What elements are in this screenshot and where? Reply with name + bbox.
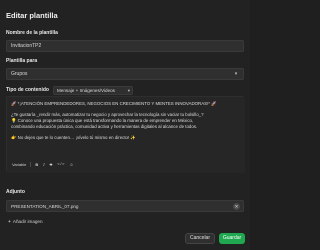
message-line: combinando educación práctica, comunidad… xyxy=(11,124,198,129)
template-name-label: Nombre de la plantilla xyxy=(6,30,58,36)
chevron-down-icon: ▾ xyxy=(234,71,238,77)
content-type-label: Tipo de contenido xyxy=(6,87,49,93)
template-for-value: Grupos xyxy=(11,71,28,77)
save-button[interactable]: Guardar xyxy=(219,233,245,244)
message-line: 🚀 *¡ATENCIÓN EMPRENDEDORES, NEGOCIOS EN … xyxy=(11,101,217,106)
content-type-value: Mensaje + Imágenes/Videos xyxy=(56,87,115,93)
plus-icon: + xyxy=(8,219,11,225)
message-editor[interactable]: 🚀 *¡ATENCIÓN EMPRENDEDORES, NEGOCIOS EN … xyxy=(6,96,245,173)
remove-attachment-icon[interactable]: ✕ xyxy=(233,203,240,210)
attachment-filename: PRESENTATION_ABRIL_07.png xyxy=(11,204,79,209)
strikethrough-button[interactable]: S xyxy=(49,162,54,168)
template-for-label: Plantilla para xyxy=(6,58,38,64)
cancel-button[interactable]: Cancelar xyxy=(185,233,215,244)
template-for-select[interactable]: Grupos ▾ xyxy=(6,68,244,80)
monospace-button[interactable]: </> xyxy=(56,162,65,168)
message-line: ¿Te gustaría _rendir más, automatizar tu… xyxy=(11,112,204,117)
italic-button[interactable]: I xyxy=(42,162,45,168)
attachment-label: Adjunto xyxy=(6,189,25,195)
dialog-title: Editar plantilla xyxy=(6,11,58,20)
add-image-button[interactable]: + Añadir imagen xyxy=(8,219,43,225)
message-textarea[interactable]: 🚀 *¡ATENCIÓN EMPRENDEDORES, NEGOCIOS EN … xyxy=(7,97,245,173)
emoji-icon[interactable]: ☺ xyxy=(69,162,75,168)
add-image-label: Añadir imagen xyxy=(12,219,43,224)
chevron-down-icon: ▾ xyxy=(127,87,130,93)
content-type-select[interactable]: Mensaje + Imágenes/Videos ▾ xyxy=(52,85,133,95)
bold-button[interactable]: B xyxy=(34,162,39,168)
toolbar-divider xyxy=(30,162,32,167)
attachment-file: PRESENTATION_ABRIL_07.png ✕ xyxy=(6,200,244,212)
template-name-input[interactable]: InvitacionTP2 xyxy=(6,40,244,52)
message-line: 👉 No dejes que te lo cuenten… ¡vívelo tú… xyxy=(11,135,136,140)
edit-template-dialog: Editar plantilla Nombre de la plantilla … xyxy=(0,0,250,250)
content-type-row: Tipo de contenido Mensaje + Imágenes/Vid… xyxy=(6,85,133,95)
format-toolbar: Variable B I S </> ☺ xyxy=(11,161,75,168)
variable-button[interactable]: Variable xyxy=(11,162,27,168)
message-line: 💡 Conoce una propuesta única que está tr… xyxy=(11,118,194,123)
